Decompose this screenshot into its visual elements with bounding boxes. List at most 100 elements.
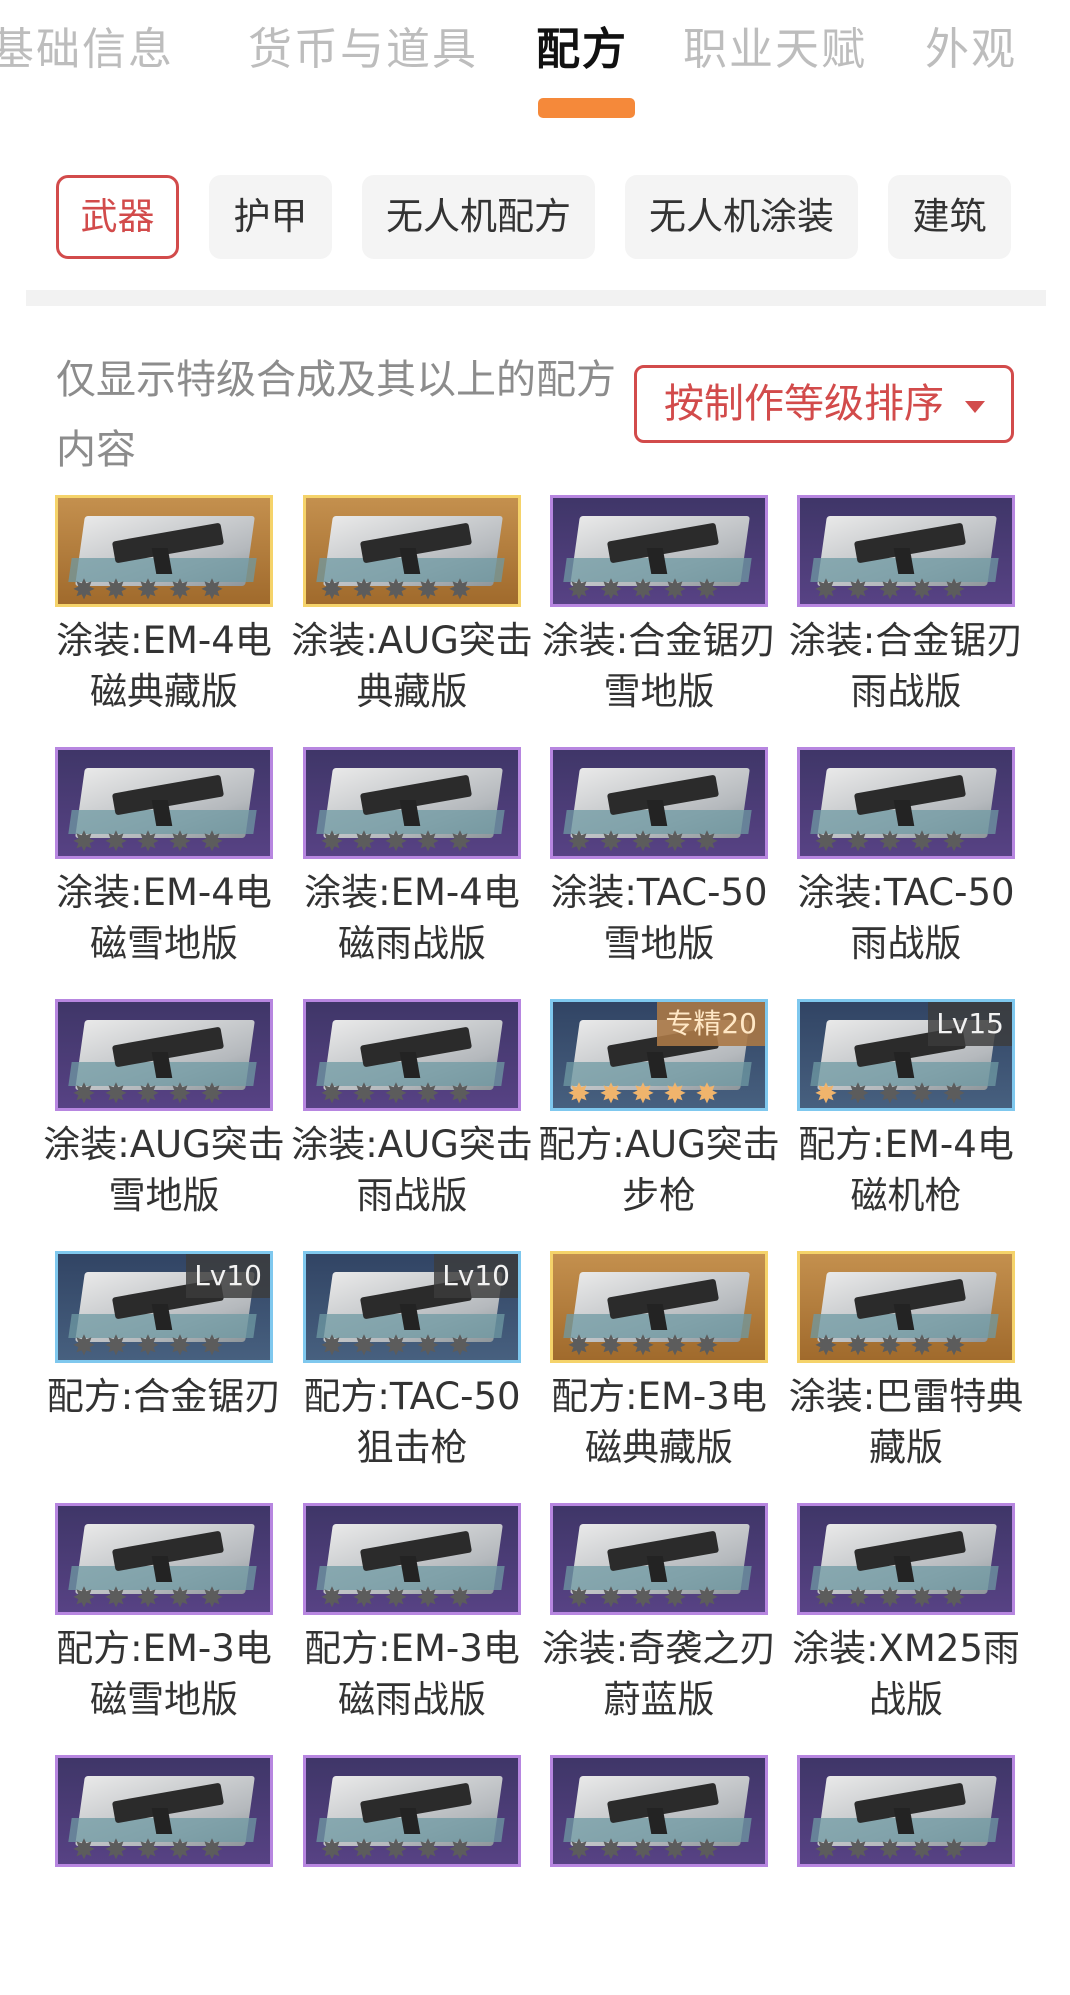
recipe-name: 配方:EM-3电磁典藏版	[551, 1375, 767, 1469]
star-icon: ✸	[846, 573, 870, 606]
star-icon: ✸	[567, 1077, 591, 1110]
star-icon: ✸	[416, 1581, 440, 1614]
rating-stars: ✸ ✸ ✸ ✸ ✸	[68, 1584, 228, 1612]
rating-stars: ✸ ✸ ✸ ✸ ✸	[68, 1080, 228, 1108]
star-icon: ✸	[695, 573, 719, 606]
recipe-thumbnail: ✸ ✸ ✸ ✸ ✸	[303, 1503, 521, 1615]
recipe-name: 配方:TAC-50狙击枪	[303, 1375, 521, 1469]
recipe-thumbnail: ✸ ✸ ✸ ✸ ✸ 专精20	[550, 999, 768, 1111]
recipe-card[interactable]: ✸ ✸ ✸ ✸ ✸ 涂装:奇袭之刃蔚蓝版	[535, 1503, 783, 1743]
star-icon: ✸	[695, 1833, 719, 1866]
star-icon: ✸	[878, 1077, 902, 1110]
recipe-card[interactable]: ✸ ✸ ✸ ✸ ✸ 涂装:AUG突击雨战版	[288, 999, 536, 1239]
recipe-thumbnail: ✸ ✸ ✸ ✸ ✸	[550, 495, 768, 607]
star-icon: ✸	[878, 1833, 902, 1866]
recipe-card[interactable]: ✸ ✸ ✸ ✸ ✸ 配方:EM-3电磁雨战版	[288, 1503, 536, 1743]
star-icon: ✸	[384, 1077, 408, 1110]
star-icon: ✸	[448, 573, 472, 606]
recipe-card[interactable]: ✸ ✸ ✸ ✸ ✸ Lv15 配方:EM-4电磁机枪	[782, 999, 1030, 1239]
recipe-card[interactable]: ✸ ✸ ✸ ✸ ✸ 涂装:合金锯刃雨战版	[782, 495, 1030, 735]
star-icon: ✸	[352, 1329, 376, 1362]
star-icon: ✸	[104, 825, 128, 858]
star-icon: ✸	[663, 573, 687, 606]
star-icon: ✸	[136, 573, 160, 606]
rating-stars: ✸ ✸ ✸ ✸ ✸	[563, 1836, 723, 1864]
recipe-thumbnail: ✸ ✸ ✸ ✸ ✸	[55, 1755, 273, 1867]
recipe-thumbnail: ✸ ✸ ✸ ✸ ✸	[55, 747, 273, 859]
rating-stars: ✸ ✸ ✸ ✸ ✸	[563, 576, 723, 604]
star-icon: ✸	[663, 825, 687, 858]
recipe-name: 配方:合金锯刃	[46, 1375, 282, 1418]
recipe-card[interactable]: ✸ ✸ ✸ ✸ ✸ 涂装:TAC-50雨战版	[782, 747, 1030, 987]
star-icon: ✸	[878, 573, 902, 606]
star-icon: ✸	[384, 573, 408, 606]
star-icon: ✸	[168, 573, 192, 606]
level-badge: 专精20	[657, 1002, 765, 1046]
rating-stars: ✸ ✸ ✸ ✸ ✸	[316, 1836, 476, 1864]
star-icon: ✸	[846, 1581, 870, 1614]
level-badge: Lv15	[928, 1002, 1012, 1046]
recipe-card[interactable]: ✸ ✸ ✸ ✸ ✸ Lv10 配方:合金锯刃	[40, 1251, 288, 1491]
recipe-card[interactable]: ✸ ✸ ✸ ✸ ✸ 涂装:EM-4电磁雪地版	[40, 747, 288, 987]
rating-stars: ✸ ✸ ✸ ✸ ✸	[563, 1332, 723, 1360]
recipe-name: 配方:EM-3电磁雨战版	[304, 1627, 520, 1721]
recipe-name: 涂装:EM-4电磁雨战版	[304, 871, 520, 965]
star-icon: ✸	[567, 1581, 591, 1614]
star-icon: ✸	[448, 825, 472, 858]
star-icon: ✸	[910, 1329, 934, 1362]
recipe-name: 涂装:TAC-50雨战版	[797, 871, 1015, 965]
star-icon: ✸	[168, 825, 192, 858]
recipe-card[interactable]: ✸ ✸ ✸ ✸ ✸ 涂装:XM25雨战版	[782, 1503, 1030, 1743]
recipe-name: 涂装:AUG突击典藏版	[291, 619, 533, 713]
star-icon: ✸	[910, 1077, 934, 1110]
star-icon: ✸	[136, 1581, 160, 1614]
recipe-card[interactable]: ✸ ✸ ✸ ✸ ✸	[782, 1755, 1030, 1995]
recipe-card[interactable]: ✸ ✸ ✸ ✸ ✸	[40, 1755, 288, 1995]
star-icon: ✸	[599, 1077, 623, 1110]
recipe-thumbnail: ✸ ✸ ✸ ✸ ✸ Lv10	[55, 1251, 273, 1363]
star-icon: ✸	[352, 573, 376, 606]
recipe-name: 配方:EM-4电磁机枪	[798, 1123, 1014, 1217]
rating-stars: ✸ ✸ ✸ ✸ ✸	[810, 1332, 970, 1360]
star-icon: ✸	[448, 1329, 472, 1362]
recipe-card[interactable]: ✸ ✸ ✸ ✸ ✸ 涂装:TAC-50雪地版	[535, 747, 783, 987]
star-icon: ✸	[416, 1833, 440, 1866]
recipe-card[interactable]: ✸ ✸ ✸ ✸ ✸ 配方:EM-3电磁典藏版	[535, 1251, 783, 1491]
star-icon: ✸	[448, 1077, 472, 1110]
star-icon: ✸	[878, 1329, 902, 1362]
star-icon: ✸	[136, 825, 160, 858]
recipe-thumbnail: ✸ ✸ ✸ ✸ ✸	[797, 1503, 1015, 1615]
recipe-card[interactable]: ✸ ✸ ✸ ✸ ✸ 专精20 配方:AUG突击步枪	[535, 999, 783, 1239]
recipe-name: 涂装:TAC-50雪地版	[550, 871, 768, 965]
star-icon: ✸	[384, 1581, 408, 1614]
recipe-name: 涂装:AUG突击雪地版	[43, 1123, 285, 1217]
recipe-thumbnail: ✸ ✸ ✸ ✸ ✸	[303, 495, 521, 607]
star-icon: ✸	[416, 825, 440, 858]
recipe-card[interactable]: ✸ ✸ ✸ ✸ ✸ 涂装:AUG突击典藏版	[288, 495, 536, 735]
star-icon: ✸	[846, 1329, 870, 1362]
star-icon: ✸	[200, 1329, 224, 1362]
recipe-thumbnail: ✸ ✸ ✸ ✸ ✸	[303, 747, 521, 859]
recipe-card[interactable]: ✸ ✸ ✸ ✸ ✸ 涂装:AUG突击雪地版	[40, 999, 288, 1239]
star-icon: ✸	[814, 825, 838, 858]
recipe-card[interactable]: ✸ ✸ ✸ ✸ ✸ 涂装:合金锯刃雪地版	[535, 495, 783, 735]
recipe-thumbnail: ✸ ✸ ✸ ✸ ✸ Lv10	[303, 1251, 521, 1363]
recipe-name: 涂装:奇袭之刃蔚蓝版	[541, 1627, 777, 1721]
rating-stars: ✸ ✸ ✸ ✸ ✸	[563, 828, 723, 856]
recipe-card[interactable]: ✸ ✸ ✸ ✸ ✸	[288, 1755, 536, 1995]
recipe-card[interactable]: ✸ ✸ ✸ ✸ ✸	[535, 1755, 783, 1995]
star-icon: ✸	[352, 825, 376, 858]
recipe-thumbnail: ✸ ✸ ✸ ✸ ✸	[550, 1251, 768, 1363]
recipe-card[interactable]: ✸ ✸ ✸ ✸ ✸ 涂装:EM-4电磁雨战版	[288, 747, 536, 987]
recipe-card[interactable]: ✸ ✸ ✸ ✸ ✸ 涂装:EM-4电磁典藏版	[40, 495, 288, 735]
recipe-card[interactable]: ✸ ✸ ✸ ✸ ✸ Lv10 配方:TAC-50狙击枪	[288, 1251, 536, 1491]
star-icon: ✸	[567, 1833, 591, 1866]
star-icon: ✸	[942, 573, 966, 606]
star-icon: ✸	[567, 573, 591, 606]
recipe-card[interactable]: ✸ ✸ ✸ ✸ ✸ 配方:EM-3电磁雪地版	[40, 1503, 288, 1743]
recipe-card[interactable]: ✸ ✸ ✸ ✸ ✸ 涂装:巴雷特典藏版	[782, 1251, 1030, 1491]
star-icon: ✸	[384, 1833, 408, 1866]
recipe-thumbnail: ✸ ✸ ✸ ✸ ✸ Lv15	[797, 999, 1015, 1111]
star-icon: ✸	[320, 573, 344, 606]
star-icon: ✸	[384, 1329, 408, 1362]
